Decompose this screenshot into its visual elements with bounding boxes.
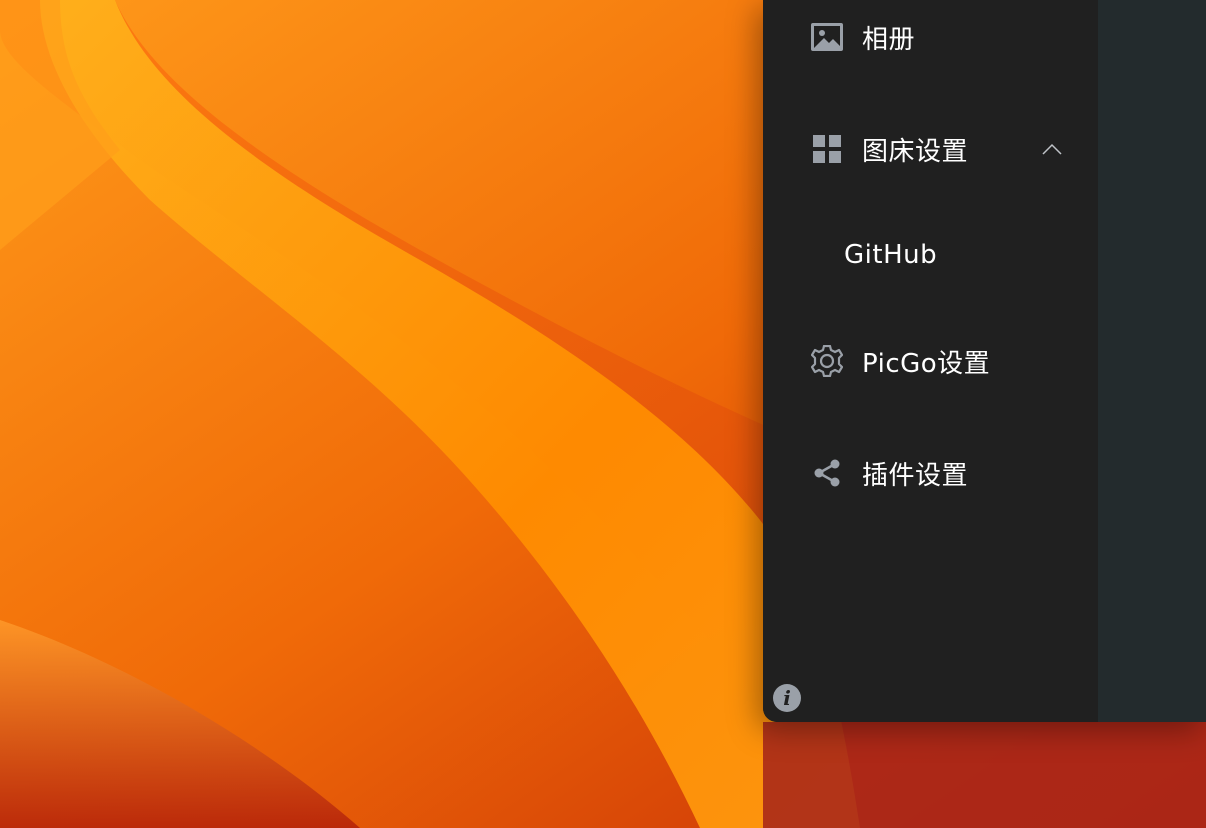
main-content-pane: [1098, 0, 1206, 722]
sidebar-item-label: 图床设置: [862, 136, 969, 167]
sidebar-item-label: GitHub: [844, 240, 938, 270]
sidebar: 相册 图床设置 GitHub PicGo设置 插件设置 i: [763, 0, 1098, 722]
picgo-window: 相册 图床设置 GitHub PicGo设置 插件设置 i: [763, 0, 1206, 722]
info-button[interactable]: i: [773, 684, 801, 712]
image-icon: [810, 20, 844, 54]
share-icon: [810, 456, 844, 490]
sidebar-subitem-github[interactable]: GitHub: [763, 227, 1098, 283]
sidebar-item-label: 插件设置: [862, 460, 969, 491]
sidebar-item-label: 相册: [862, 24, 916, 55]
sidebar-item-plugin-settings[interactable]: 插件设置: [763, 445, 1098, 501]
sidebar-item-album[interactable]: 相册: [763, 9, 1098, 65]
gear-icon: [810, 344, 844, 378]
sidebar-item-picgo-settings[interactable]: PicGo设置: [763, 333, 1098, 389]
sidebar-item-image-host-settings[interactable]: 图床设置: [763, 121, 1098, 177]
sidebar-item-label: PicGo设置: [862, 348, 991, 379]
grid-icon: [810, 132, 844, 166]
chevron-up-icon: [1041, 138, 1063, 160]
